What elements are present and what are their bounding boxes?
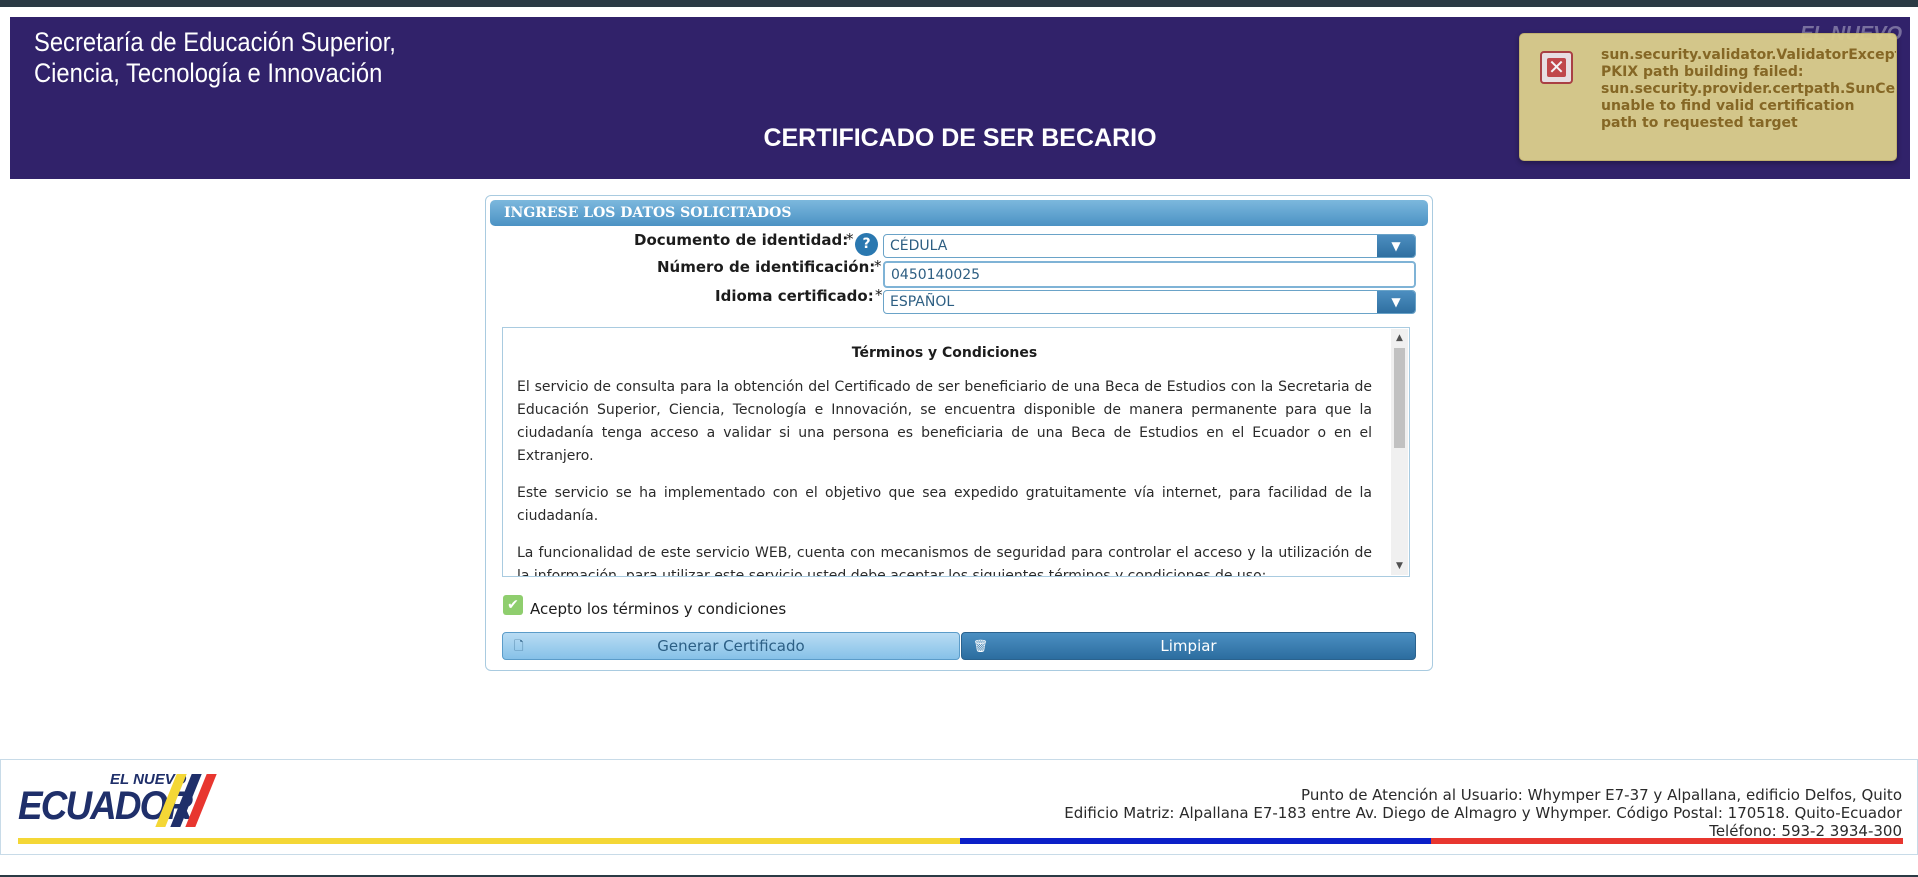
id-number-input[interactable] [883,261,1416,288]
flag-yellow-bar [18,838,960,844]
required-marker: * [875,286,883,304]
help-icon[interactable]: ? [855,233,878,256]
accept-terms-label[interactable]: Acepto los términos y condiciones [530,600,786,618]
document-type-value: CÉDULA [890,238,948,254]
chevron-down-icon[interactable]: ▼ [1377,235,1415,257]
clear-label: Limpiar [1160,637,1217,655]
generate-certificate-label: Generar Certificado [657,637,805,655]
organization-name: Secretaría de Educación Superior, Cienci… [34,27,396,89]
document-type-select[interactable]: CÉDULA ▼ [883,234,1416,258]
clear-button[interactable]: 🗑 Limpiar [961,632,1416,660]
organization-name-line2: Ciencia, Tecnología e Innovación [34,58,383,88]
document-type-label: Documento de identidad: [634,231,849,249]
terms-paragraph: Este servicio se ha implementado con el … [517,485,1372,524]
id-number-label: Número de identificación: [657,258,876,276]
error-close-icon[interactable]: ✕ [1540,51,1573,84]
terms-box[interactable]: Términos y Condiciones El servicio de co… [502,327,1410,577]
flag-red-bar [1431,838,1903,844]
scrollbar-thumb[interactable] [1394,348,1405,448]
error-message: sun.security.validator.ValidatorExceptio… [1601,47,1896,131]
scroll-down-arrow-icon[interactable]: ▼ [1391,559,1408,573]
document-icon: 🗋 [514,639,524,653]
generate-certificate-button[interactable]: 🗋 Generar Certificado [502,632,960,660]
terms-paragraph: El servicio de consulta para la obtenció… [517,379,1372,464]
chevron-down-icon[interactable]: ▼ [1377,291,1415,313]
required-marker: * [846,230,854,248]
flag-blue-bar [960,838,1431,844]
certificate-language-label: Idioma certificado: [715,287,874,305]
footer-address-line: Edificio Matriz: Alpallana E7-183 entre … [1064,804,1902,822]
terms-scrollbar[interactable]: ▲ ▼ [1391,329,1408,575]
terms-paragraph: La funcionalidad de este servicio WEB, c… [517,545,1372,577]
terms-content: Términos y Condiciones El servicio de co… [517,342,1372,577]
certificate-language-value: ESPAÑOL [890,294,955,310]
terms-title: Términos y Condiciones [851,345,1038,361]
browser-top-edge [0,0,1918,7]
error-notification[interactable]: ✕ sun.security.validator.ValidatorExcept… [1519,33,1897,161]
footer-address-line: Punto de Atención al Usuario: Whymper E7… [1301,786,1902,804]
panel-title: INGRESE LOS DATOS SOLICITADOS [490,200,1428,226]
trash-icon: 🗑 [973,639,989,653]
accept-terms-checkbox[interactable]: ✔ [503,595,523,615]
footer-contact-info: Punto de Atención al Usuario: Whymper E7… [1064,786,1902,840]
required-marker: * [874,257,882,275]
scroll-up-arrow-icon[interactable]: ▲ [1391,331,1408,345]
certificate-language-select[interactable]: ESPAÑOL ▼ [883,290,1416,314]
organization-name-line1: Secretaría de Educación Superior, [34,27,396,57]
ecuador-logo: EL NUEVO ECUADOR [18,771,248,831]
